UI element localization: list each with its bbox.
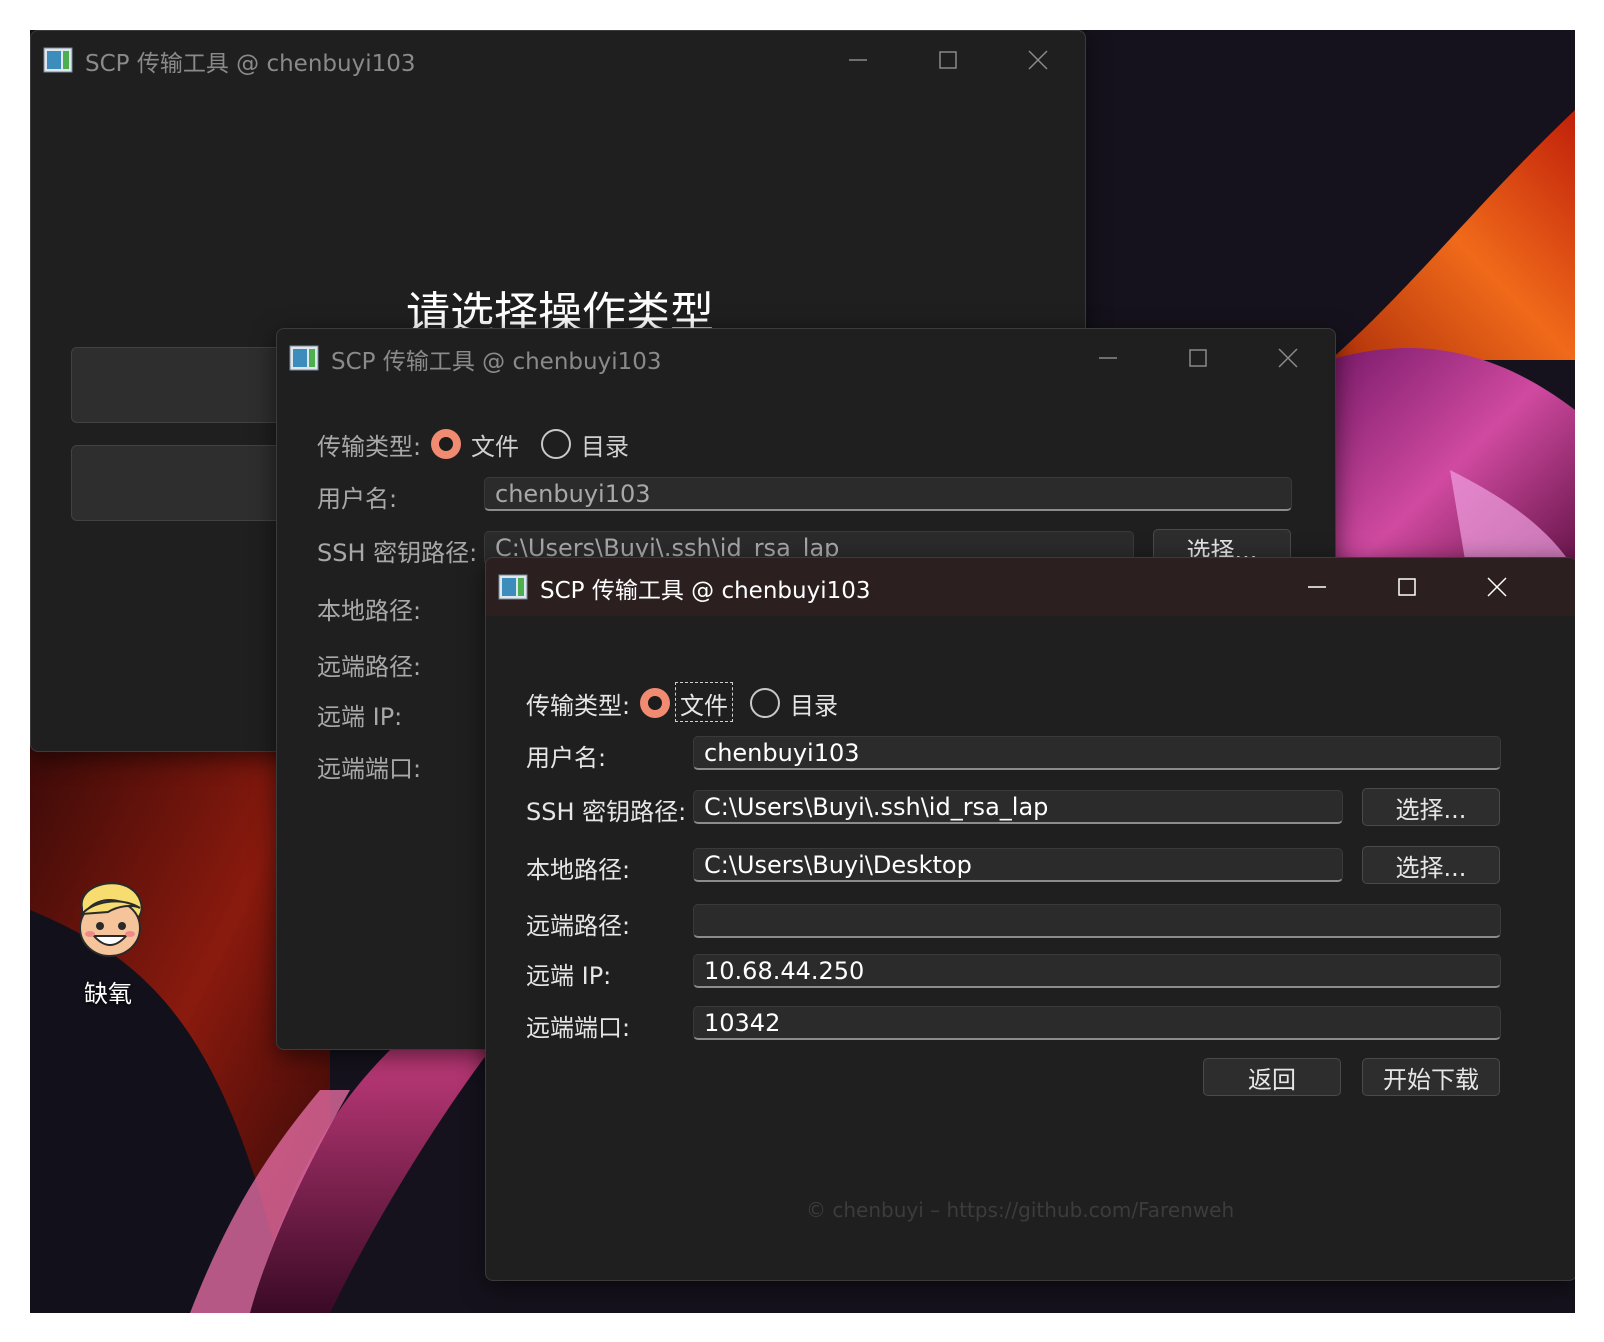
maximize-button[interactable]	[903, 31, 993, 89]
cartoon-avatar-icon[interactable]	[68, 878, 152, 962]
remote-path-label: 远端路径:	[317, 653, 422, 681]
window-title: SCP 传输工具 @ chenbuyi103	[540, 578, 871, 604]
back-button[interactable]: 返回	[1203, 1058, 1341, 1096]
close-icon	[1487, 577, 1507, 597]
close-button[interactable]	[993, 31, 1083, 89]
remote-port-label: 远端端口:	[317, 755, 422, 783]
start-download-button[interactable]: 开始下载	[1362, 1058, 1500, 1096]
radio-directory[interactable]	[541, 429, 571, 459]
minimize-icon	[1099, 357, 1117, 359]
username-label: 用户名:	[526, 744, 607, 772]
titlebar[interactable]: SCP 传输工具 @ chenbuyi103	[31, 31, 1085, 89]
radio-directory[interactable]	[750, 688, 780, 718]
window-title: SCP 传输工具 @ chenbuyi103	[331, 349, 662, 375]
maximize-icon	[1398, 578, 1416, 596]
remote-port-label: 远端端口:	[526, 1014, 631, 1042]
radio-directory-label[interactable]: 目录	[790, 686, 838, 721]
minimize-icon	[1308, 586, 1326, 588]
maximize-button[interactable]	[1362, 558, 1452, 616]
app-icon	[289, 345, 319, 371]
desktop-screen: 缺氧 SCP 传输工具 @ chenbuyi103 请选择操作类型 SCP 传输…	[30, 30, 1575, 1313]
remote-path-field[interactable]	[693, 904, 1501, 938]
maximize-icon	[1189, 349, 1207, 367]
close-icon	[1278, 348, 1298, 368]
choose-ssh-key-button[interactable]: 选择...	[1362, 788, 1500, 826]
titlebar[interactable]: SCP 传输工具 @ chenbuyi103	[486, 558, 1575, 616]
username-field[interactable]: chenbuyi103	[693, 736, 1501, 770]
transfer-type-label: 传输类型:	[317, 433, 422, 461]
titlebar[interactable]: SCP 传输工具 @ chenbuyi103	[277, 329, 1335, 387]
radio-file-label[interactable]: 文件	[471, 427, 519, 462]
window-transfer-active: SCP 传输工具 @ chenbuyi103 传输类型: 文件 目录 用户名: …	[485, 557, 1575, 1281]
choose-local-path-button[interactable]: 选择...	[1362, 846, 1500, 884]
radio-file-label[interactable]: 文件	[680, 686, 728, 721]
app-icon	[43, 47, 73, 73]
remote-ip-label: 远端 IP:	[526, 962, 612, 990]
window-title: SCP 传输工具 @ chenbuyi103	[85, 51, 416, 77]
ssh-key-field[interactable]: C:\Users\Buyi\.ssh\id_rsa_lap	[693, 790, 1343, 824]
local-path-label: 本地路径:	[317, 597, 422, 625]
radio-directory-label[interactable]: 目录	[581, 427, 629, 462]
close-button[interactable]	[1243, 329, 1333, 387]
ssh-key-label: SSH 密钥路径:	[526, 798, 687, 826]
close-button[interactable]	[1452, 558, 1542, 616]
app-icon	[498, 574, 528, 600]
remote-port-field[interactable]: 10342	[693, 1006, 1501, 1040]
close-icon	[1028, 50, 1048, 70]
desktop-icon-label[interactable]: 缺氧	[84, 974, 132, 1009]
radio-file[interactable]	[640, 688, 670, 718]
footer-credit: © chenbuyi – https://github.com/Farenweh	[806, 1198, 1235, 1222]
remote-path-label: 远端路径:	[526, 912, 631, 940]
minimize-icon	[849, 59, 867, 61]
ssh-key-label: SSH 密钥路径:	[317, 539, 478, 567]
username-field[interactable]: chenbuyi103	[484, 477, 1292, 511]
minimize-button[interactable]	[1063, 329, 1153, 387]
maximize-icon	[939, 51, 957, 69]
transfer-type-label: 传输类型:	[526, 692, 631, 720]
local-path-label: 本地路径:	[526, 856, 631, 884]
remote-ip-label: 远端 IP:	[317, 703, 403, 731]
remote-ip-field[interactable]: 10.68.44.250	[693, 954, 1501, 988]
minimize-button[interactable]	[1272, 558, 1362, 616]
local-path-field[interactable]: C:\Users\Buyi\Desktop	[693, 848, 1343, 882]
radio-file[interactable]	[431, 429, 461, 459]
minimize-button[interactable]	[813, 31, 903, 89]
maximize-button[interactable]	[1153, 329, 1243, 387]
username-label: 用户名:	[317, 485, 398, 513]
